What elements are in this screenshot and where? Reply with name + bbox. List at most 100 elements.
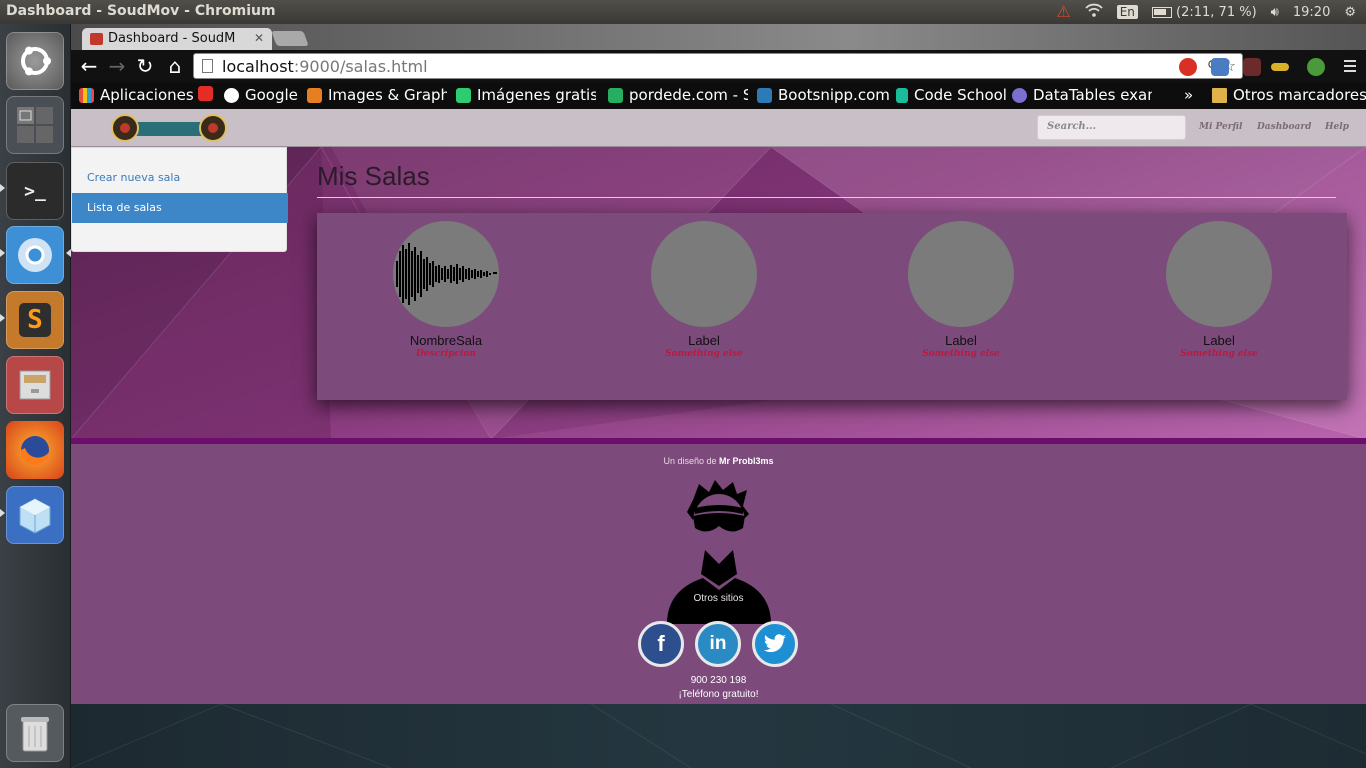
bookmark-label: Google xyxy=(245,86,298,104)
google-icon xyxy=(224,87,239,103)
design-credit: Un diseño de Mr Probl3ms xyxy=(71,456,1366,466)
url-text[interactable]: localhost:9000/salas.html xyxy=(222,57,428,76)
pixabay-icon xyxy=(456,87,471,103)
sidebar: Crear nueva sala Lista de salas xyxy=(71,147,288,252)
firefox-icon[interactable] xyxy=(6,421,64,479)
virtualbox-icon[interactable] xyxy=(6,486,64,544)
sala-name: Label xyxy=(1203,333,1235,348)
sidebar-item-crear-sala[interactable]: Crear nueva sala xyxy=(72,163,288,193)
forward-arrow-icon[interactable]: → xyxy=(105,54,129,78)
phone-block: 900 230 198 ¡Teléfono gratuito! xyxy=(71,674,1366,702)
close-tab-icon[interactable]: ✕ xyxy=(254,31,264,45)
bookmark-google[interactable]: Google xyxy=(224,86,298,104)
twitter-icon[interactable] xyxy=(752,621,798,667)
home-icon[interactable]: ⌂ xyxy=(163,54,187,78)
chrome-menu-icon[interactable] xyxy=(1344,58,1356,74)
codeschool-icon xyxy=(896,87,908,103)
bookmark-pordede[interactable]: pordede.com - Se xyxy=(608,86,748,104)
sala-image xyxy=(393,221,499,327)
workspace-switcher-icon[interactable] xyxy=(6,96,64,154)
nav-mi-perfil[interactable]: Mi Perfil xyxy=(1199,122,1242,132)
bookmark-aplicaciones[interactable]: Aplicaciones xyxy=(79,86,194,104)
warning-icon[interactable]: ⚠ xyxy=(1056,4,1070,20)
folder-icon xyxy=(1212,87,1227,103)
sound-wave-icon xyxy=(396,243,497,305)
extension-globe-icon[interactable] xyxy=(1307,58,1325,76)
terminal-icon[interactable]: >_ xyxy=(6,162,64,220)
sala-name: Label xyxy=(945,333,977,348)
sublime-text-icon[interactable]: S xyxy=(6,291,64,349)
chromium-icon[interactable] xyxy=(6,226,64,284)
browser-toolbar: ← → ↻ ⌂ localhost:9000/salas.html ⚲ ☆ xyxy=(71,50,1366,83)
page-bottom-background xyxy=(71,703,1366,768)
phone-number: 900 230 198 xyxy=(690,675,747,686)
sala-card[interactable]: Label Something else xyxy=(841,221,1081,359)
bookmark-codeschool[interactable]: Code School xyxy=(896,86,1007,104)
sala-image xyxy=(908,221,1014,327)
keyboard-layout-indicator[interactable]: En xyxy=(1116,5,1138,19)
power-gear-icon[interactable]: ⚙ xyxy=(1344,5,1356,20)
battery-text: (2:11, 71 %) xyxy=(1176,4,1257,20)
adblock-icon[interactable] xyxy=(1179,58,1197,76)
nav-dashboard[interactable]: Dashboard xyxy=(1257,122,1311,132)
extension-music-icon[interactable] xyxy=(1243,58,1261,76)
bootsnipp-icon xyxy=(757,87,772,103)
trash-icon[interactable] xyxy=(6,704,64,762)
bookmark-label: DataTables exam xyxy=(1033,86,1152,104)
sidebar-item-lista-salas[interactable]: Lista de salas xyxy=(72,193,288,223)
launcher: >_ S xyxy=(0,24,71,768)
bookmark-label: Images & Graphic xyxy=(328,86,447,104)
datatables-icon xyxy=(1012,87,1027,103)
bookmark-imagenes-gratis[interactable]: Imágenes gratis - xyxy=(456,86,596,104)
new-tab-button[interactable] xyxy=(271,31,309,46)
linkedin-icon[interactable]: in xyxy=(695,621,741,667)
sala-image xyxy=(651,221,757,327)
search-input[interactable]: Search... xyxy=(1037,115,1186,140)
bookmark-label: Bootsnipp.com xyxy=(778,86,890,104)
credit-prefix: Un diseño de xyxy=(663,456,720,466)
bookmark-youtube[interactable] xyxy=(198,86,213,101)
facebook-icon[interactable]: f xyxy=(638,621,684,667)
salas-panel: NombreSala Descripcion Label Something e… xyxy=(317,213,1347,400)
tab-dashboard[interactable]: Dashboard - SoudM ✕ xyxy=(82,28,272,50)
ubuntu-dash-icon[interactable] xyxy=(6,32,64,90)
sala-description: Descripcion xyxy=(416,349,476,359)
more-bookmarks-chevron[interactable]: » xyxy=(1184,86,1193,104)
sound-movement-logo[interactable] xyxy=(107,113,231,143)
address-bar[interactable]: localhost:9000/salas.html ⚲ ☆ xyxy=(193,53,1243,79)
wifi-icon[interactable] xyxy=(1085,3,1103,21)
other-bookmarks[interactable]: Otros marcadores xyxy=(1212,86,1366,104)
bookmark-label: Otros marcadores xyxy=(1233,86,1366,104)
sala-description: Something else xyxy=(665,349,743,359)
extension-folder-icon[interactable] xyxy=(1211,58,1229,76)
bookmark-datatables[interactable]: DataTables exam xyxy=(1012,86,1152,104)
phone-note: ¡Teléfono gratuito! xyxy=(678,689,759,700)
sala-card[interactable]: NombreSala Descripcion xyxy=(326,221,566,359)
nav-help[interactable]: Help xyxy=(1325,122,1349,132)
file-manager-icon[interactable] xyxy=(6,356,64,414)
top-panel: Dashboard - SoudMov - Chromium ⚠ En (2:1… xyxy=(0,0,1366,24)
sala-card[interactable]: Label Something else xyxy=(1099,221,1339,359)
sala-name: NombreSala xyxy=(409,333,483,348)
apps-grid-icon xyxy=(79,87,94,103)
bookmark-label: Aplicaciones xyxy=(100,86,194,104)
battery-indicator[interactable]: (2:11, 71 %) xyxy=(1151,4,1257,20)
sala-description: Something else xyxy=(922,349,1000,359)
extension-arrow-icon[interactable] xyxy=(1271,63,1289,71)
bookmarks-bar: Aplicaciones Google Images & Graphic Imá… xyxy=(71,83,1366,109)
bookmark-label: pordede.com - Se xyxy=(629,86,748,104)
clock[interactable]: 19:20 xyxy=(1293,5,1330,20)
url-host: localhost xyxy=(222,57,294,76)
battery-icon xyxy=(1151,6,1172,18)
title-divider xyxy=(317,197,1336,198)
bookmark-images-graphics[interactable]: Images & Graphic xyxy=(307,86,447,104)
site-navbar: Search... Mi Perfil Dashboard Help xyxy=(71,109,1366,147)
reload-icon[interactable]: ↻ xyxy=(133,54,157,78)
bookmark-label: Code School xyxy=(914,86,1007,104)
sala-card[interactable]: Label Something else xyxy=(584,221,824,359)
running-indicator xyxy=(0,184,5,192)
volume-icon[interactable]: 🔊︎ xyxy=(1271,5,1279,20)
back-arrow-icon[interactable]: ← xyxy=(77,54,101,78)
bookmark-bootsnipp[interactable]: Bootsnipp.com xyxy=(757,86,890,104)
running-indicator xyxy=(0,314,5,322)
